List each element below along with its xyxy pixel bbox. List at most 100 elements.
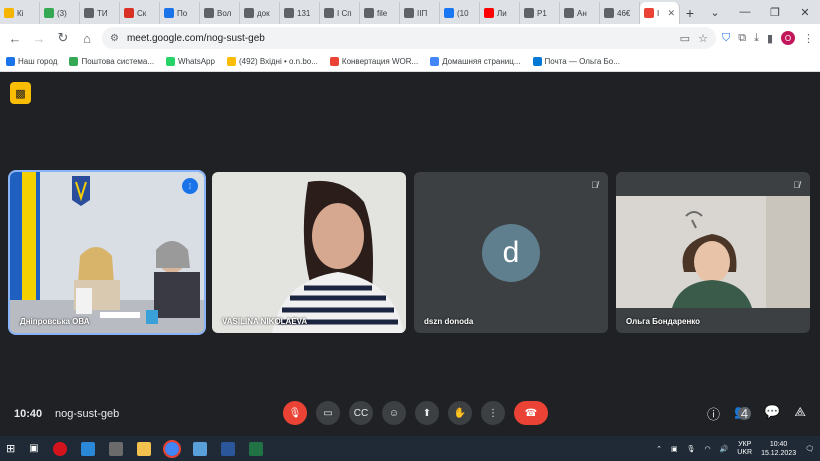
activities-icon[interactable]: ⟁ [794, 404, 806, 433]
bookmark-star-icon[interactable]: ☆ [698, 32, 708, 45]
mic-off-icon: 🎙̸ [591, 180, 598, 190]
meet-control-bar: 10:40 nog-sust-geb 🎙 ▭ CC ☺ ⬆ ✋ ⋮ ☎ ⓘ 👥4… [0, 396, 820, 432]
present-screen-icon[interactable]: ⬆ [415, 401, 439, 425]
task-view-icon[interactable]: ▣ [29, 443, 38, 454]
bookmark-item[interactable]: Конвертация WOR... [329, 57, 419, 66]
browser-tab[interactable]: Р1 [520, 2, 560, 24]
bookmark-item[interactable]: Поштова система... [69, 57, 154, 66]
bookmark-favicon-icon [166, 57, 176, 66]
call-controls: 🎙 ▭ CC ☺ ⬆ ✋ ⋮ ☎ [283, 401, 548, 425]
people-count-badge: 4 [738, 406, 752, 421]
site-info-icon[interactable]: ⚙ [110, 33, 119, 44]
app-icon[interactable] [192, 441, 207, 456]
bookmark-item[interactable]: (492) Вхідні • o.n.bo... [226, 57, 318, 66]
url-text[interactable]: meet.google.com/nog-sust-geb [127, 33, 265, 44]
more-options-icon[interactable]: ⋮ [481, 401, 505, 425]
keyboard-language[interactable]: УКР UKR [737, 441, 752, 457]
windows-start-icon[interactable]: ⊞ [6, 442, 15, 455]
home-icon[interactable]: ⌂ [78, 31, 96, 46]
browser-tab[interactable]: (10 [440, 2, 480, 24]
opera-icon[interactable] [52, 441, 67, 456]
profile-avatar[interactable]: O [781, 31, 795, 45]
chrome-icon[interactable] [162, 439, 181, 458]
folder-icon[interactable] [136, 441, 151, 456]
tab-favicon-icon [164, 8, 174, 18]
restore-icon[interactable]: ❐ [760, 0, 790, 24]
back-icon[interactable]: ← [6, 31, 24, 46]
browser-tab[interactable]: ТИ [80, 2, 120, 24]
shield-extension-icon[interactable]: ⛉ [722, 32, 730, 45]
bookmark-label: Конвертация WOR... [341, 57, 419, 66]
camera-toggle-icon[interactable]: ▭ [316, 401, 340, 425]
menu-kebab-icon[interactable]: ⋮ [803, 32, 814, 45]
mic-toggle-icon[interactable]: 🎙 [283, 401, 307, 425]
system-tray: ⌃ ▣ 🎙 ◠ 🔊 УКР UKR 10:40 15.12.2023 🗨 [656, 436, 814, 461]
participant-tile[interactable]: 🎙̸ Ольга Бондаренко [616, 172, 810, 333]
reload-icon[interactable]: ↻ [54, 30, 72, 46]
extensions-area: ⛉ ⧉ ⤓ ▮ O ⋮ [722, 31, 814, 45]
participant-tile[interactable]: VASILINA NIKOLAEVA [212, 172, 406, 333]
browser-tab[interactable]: (3) [40, 2, 80, 24]
tab-label: ІІП [417, 8, 428, 18]
tray-app-icon[interactable]: ▣ [671, 445, 678, 453]
omnibox[interactable]: ⚙ meet.google.com/nog-sust-geb ▭ ☆ [102, 27, 716, 49]
browser-tab[interactable]: ІІП [400, 2, 440, 24]
tray-wifi-icon[interactable]: ◠ [704, 445, 710, 453]
participant-name: Ольга Бондаренко [626, 317, 701, 326]
system-clock[interactable]: 10:40 15.12.2023 [761, 440, 796, 458]
tab-close-icon[interactable]: ✕ [667, 8, 675, 19]
browser-tab[interactable]: док [240, 2, 280, 24]
tab-label: Ск [137, 8, 147, 18]
bookmark-item[interactable]: Наш город [6, 57, 57, 66]
minimize-icon[interactable]: — [730, 0, 760, 24]
browser-tab[interactable]: І ✕ [640, 2, 680, 24]
tab-label: Ли [497, 8, 507, 18]
tray-chevron-icon[interactable]: ⌃ [656, 445, 662, 453]
chat-icon[interactable]: 💬 [764, 404, 780, 433]
browser-tab[interactable]: Ан [560, 2, 600, 24]
bookmark-item[interactable]: Домашняя страниц... [430, 57, 521, 66]
bookmark-favicon-icon [69, 57, 79, 66]
browser-tab[interactable]: По [160, 2, 200, 24]
close-window-icon[interactable]: ✕ [790, 0, 820, 24]
bookmark-item[interactable]: Почта — Ольга Бо... [532, 57, 620, 66]
browser-tab[interactable]: 46€ [600, 2, 640, 24]
forward-icon[interactable]: → [30, 31, 48, 46]
extensions-icon[interactable]: ⧉ [738, 32, 746, 45]
tab-favicon-icon [244, 8, 254, 18]
side-panel-icon[interactable]: ▮ [767, 32, 773, 45]
browser-tab[interactable]: 131 [280, 2, 320, 24]
word-icon[interactable] [220, 441, 235, 456]
bookmark-favicon-icon [6, 57, 15, 66]
calculator-icon[interactable] [108, 441, 123, 456]
camera-in-use-icon[interactable]: ▭ [680, 32, 690, 45]
people-icon[interactable]: 👥4 [734, 404, 752, 433]
tray-volume-icon[interactable]: 🔊 [720, 445, 729, 453]
browser-tab[interactable]: Ли [480, 2, 520, 24]
raise-hand-icon[interactable]: ✋ [448, 401, 472, 425]
tab-label: Р1 [537, 8, 547, 18]
bookmark-label: (492) Вхідні • o.n.bo... [238, 57, 318, 66]
tray-mic-icon[interactable]: 🎙 [687, 445, 696, 453]
new-tab-button[interactable]: + [680, 2, 700, 24]
browser-tab[interactable]: file [360, 2, 400, 24]
camera-off-indicator-icon[interactable]: ▩ [10, 82, 31, 104]
browser-tab[interactable]: І Сп [320, 2, 360, 24]
meeting-info-icon[interactable]: ⓘ [707, 404, 720, 433]
notifications-icon[interactable]: 🗨 [805, 445, 814, 453]
participant-tile[interactable]: ⁞ Дніпровська ОВА [8, 170, 206, 335]
excel-icon[interactable] [248, 441, 263, 456]
hang-up-icon[interactable]: ☎ [514, 401, 548, 425]
tab-search-icon[interactable]: ⌄ [700, 0, 730, 24]
browser-tab[interactable]: Ск [120, 2, 160, 24]
emoji-icon[interactable]: ☺ [382, 401, 406, 425]
browser-tab[interactable]: Кі [0, 2, 40, 24]
participant-tile[interactable]: 🎙̸ d dszn donoda [414, 172, 608, 333]
browser-tab[interactable]: Вол [200, 2, 240, 24]
bookmark-item[interactable]: WhatsApp [166, 57, 215, 66]
captions-icon[interactable]: CC [349, 401, 373, 425]
tab-label: Вол [217, 8, 232, 18]
download-icon[interactable]: ⤓ [754, 32, 759, 45]
tab-label: І Сп [337, 8, 352, 18]
mail-icon[interactable] [80, 441, 95, 456]
